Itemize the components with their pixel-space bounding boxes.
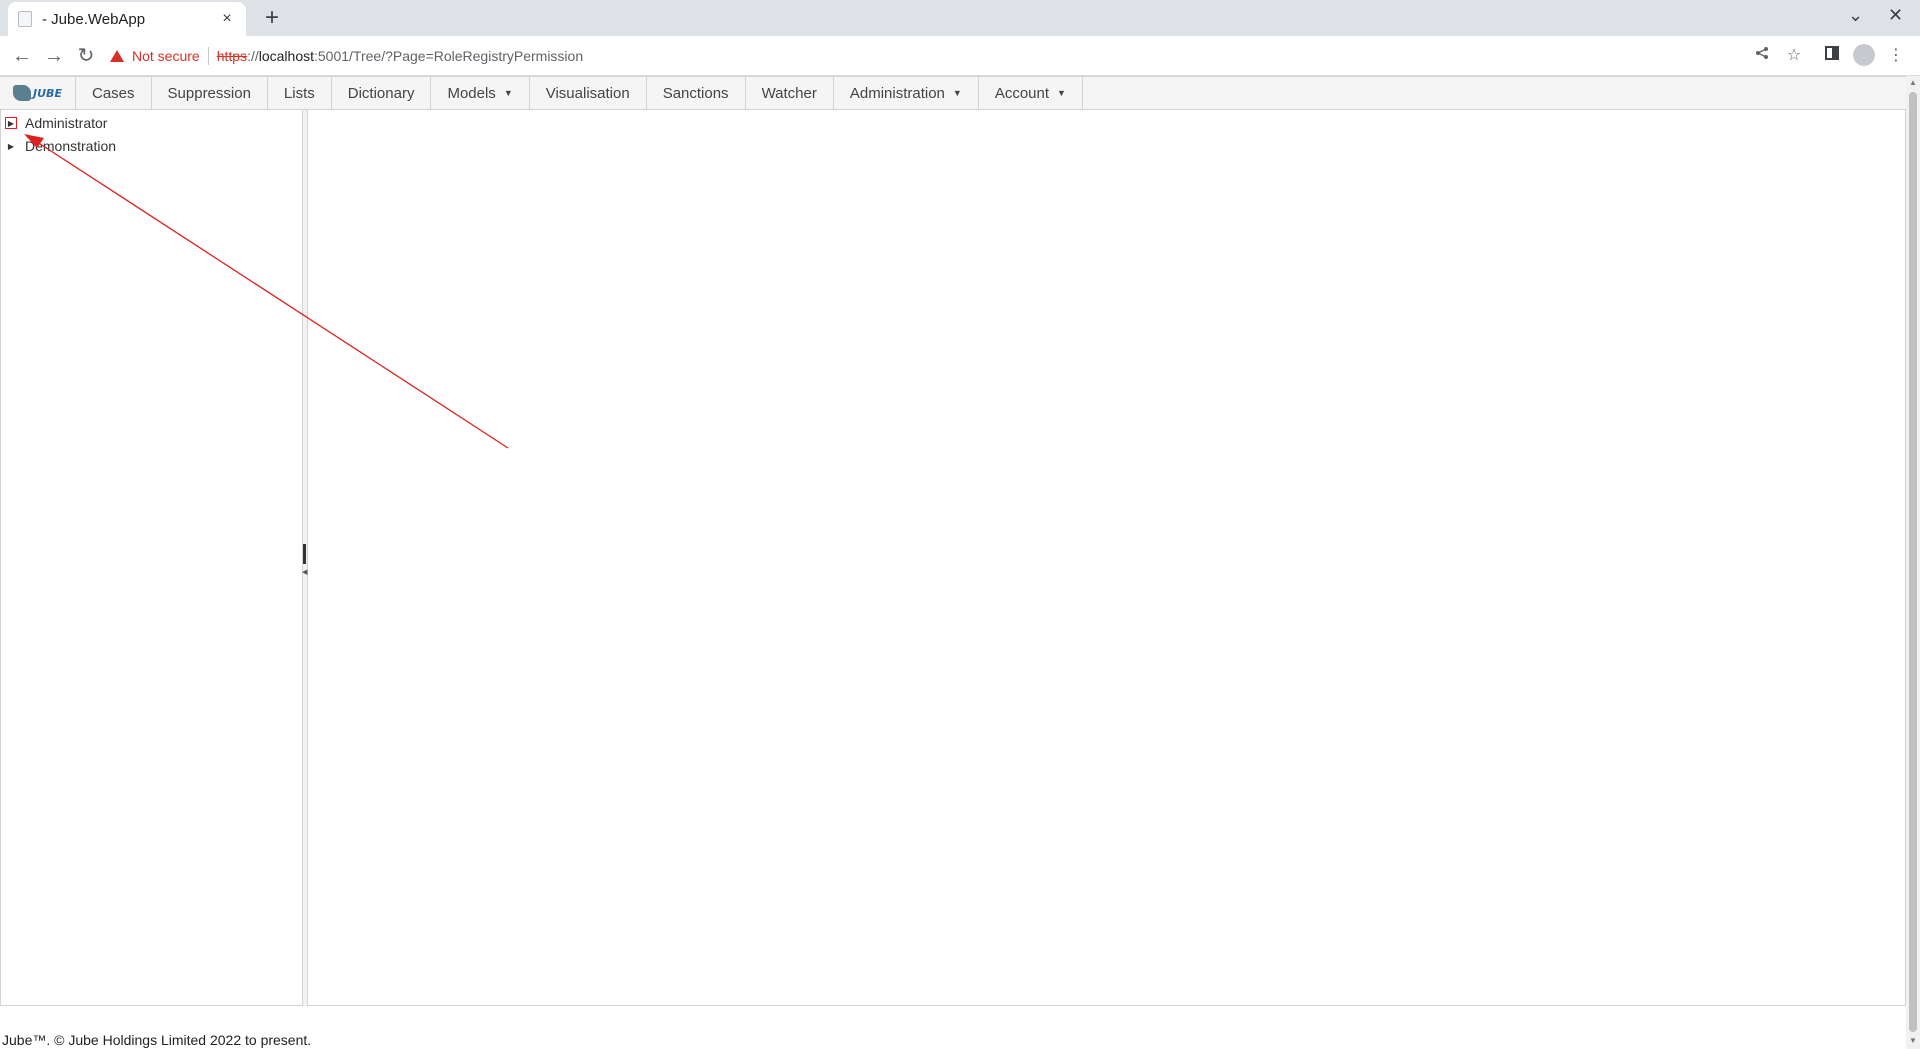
warning-icon — [110, 50, 124, 62]
address-bar[interactable]: Not secure https :// localhost :5001/Tre… — [110, 40, 1750, 72]
tree-node-administrator[interactable]: ▶ Administrator — [5, 115, 107, 131]
menu-lists[interactable]: Lists — [268, 77, 332, 109]
url-scheme: https — [216, 48, 248, 64]
menu-label: Account — [994, 84, 1050, 102]
caret-down-icon: ▼ — [952, 88, 962, 98]
tab-close-icon[interactable]: × — [218, 10, 236, 28]
tree-node-label[interactable]: Administrator — [25, 115, 107, 131]
menu-visualisation[interactable]: Visualisation — [530, 77, 647, 109]
menu-administration[interactable]: Administration ▼ — [834, 77, 979, 109]
menu-models[interactable]: Models ▼ — [431, 77, 530, 109]
jube-logo: JUBE — [13, 85, 62, 101]
menu-label: Administration — [849, 84, 945, 102]
jube-app: JUBE Cases Suppression Lists Dictionary … — [0, 76, 1906, 1048]
menu-label: Lists — [283, 84, 315, 102]
share-icon[interactable] — [1750, 44, 1774, 68]
browser-tabstrip: - Jube.WebApp × + ⌄ ✕ — [0, 0, 1920, 36]
footer-copyright: Jube™. © Jube Holdings Limited 2022 to p… — [2, 1032, 312, 1048]
forward-icon[interactable]: → — [40, 42, 68, 70]
main-menu: JUBE Cases Suppression Lists Dictionary … — [0, 76, 1906, 110]
menu-label: Visualisation — [545, 84, 630, 102]
security-label[interactable]: Not secure — [132, 48, 200, 64]
page-favicon-icon — [18, 11, 32, 27]
side-panel-icon[interactable] — [1820, 44, 1844, 68]
tab-search-chevron-icon[interactable]: ⌄ — [1848, 5, 1863, 26]
scrollbar-thumb[interactable] — [1909, 92, 1917, 1032]
tab-title: - Jube.WebApp — [42, 10, 146, 28]
expand-triangle-icon[interactable]: ▶ — [5, 117, 17, 129]
menu-watcher[interactable]: Watcher — [746, 77, 834, 109]
browser-toolbar: ← → ↻ Not secure https :// localhost :50… — [0, 36, 1920, 76]
url-separator: :// — [247, 48, 259, 64]
content-panel — [308, 110, 1906, 1006]
browser-tab[interactable]: - Jube.WebApp × — [8, 2, 246, 36]
reload-icon[interactable]: ↻ — [72, 42, 100, 70]
logo-link[interactable]: JUBE — [0, 77, 76, 109]
star-icon[interactable]: ☆ — [1782, 44, 1806, 68]
url-host: localhost — [258, 48, 314, 64]
tree-node-label[interactable]: Demonstration — [25, 138, 116, 154]
menu-sanctions[interactable]: Sanctions — [647, 77, 746, 109]
menu-label: Sanctions — [662, 84, 729, 102]
scroll-down-icon[interactable]: ▼ — [1909, 1036, 1917, 1045]
address-divider — [207, 47, 209, 65]
url-path: :5001/Tree/?Page=RoleRegistryPermission — [314, 48, 584, 64]
back-icon[interactable]: ← — [8, 42, 36, 70]
menu-label: Cases — [92, 84, 135, 102]
menu-label: Suppression — [167, 84, 251, 102]
splitter-grip[interactable] — [303, 544, 306, 564]
new-tab-button[interactable]: + — [258, 4, 286, 32]
menu-dictionary[interactable]: Dictionary — [332, 77, 432, 109]
window-close-icon[interactable]: ✕ — [1888, 5, 1903, 26]
logo-icon — [13, 85, 32, 101]
tree-panel: ▶ Administrator ▶ Demonstration — [0, 110, 302, 1006]
menu-label: Models — [447, 84, 496, 102]
tree-node-demonstration[interactable]: ▶ Demonstration — [5, 138, 116, 154]
page-scrollbar[interactable]: ▲ ▼ — [1906, 76, 1920, 1049]
collapse-arrow-icon[interactable]: ◀ — [302, 568, 307, 576]
menu-suppression[interactable]: Suppression — [152, 77, 268, 109]
caret-down-icon: ▼ — [503, 88, 513, 98]
menu-label: Dictionary — [347, 84, 415, 102]
logo-text: JUBE — [33, 86, 62, 100]
avatar — [1853, 44, 1875, 66]
expand-triangle-icon[interactable]: ▶ — [5, 140, 17, 152]
profile-icon[interactable] — [1852, 44, 1876, 68]
menu-icon[interactable]: ⋮ — [1884, 44, 1908, 68]
menu-account[interactable]: Account ▼ — [979, 77, 1083, 109]
menu-label: Watcher — [761, 84, 817, 102]
scroll-up-icon[interactable]: ▲ — [1909, 78, 1917, 87]
caret-down-icon: ▼ — [1057, 88, 1066, 98]
menu-cases[interactable]: Cases — [76, 77, 152, 109]
